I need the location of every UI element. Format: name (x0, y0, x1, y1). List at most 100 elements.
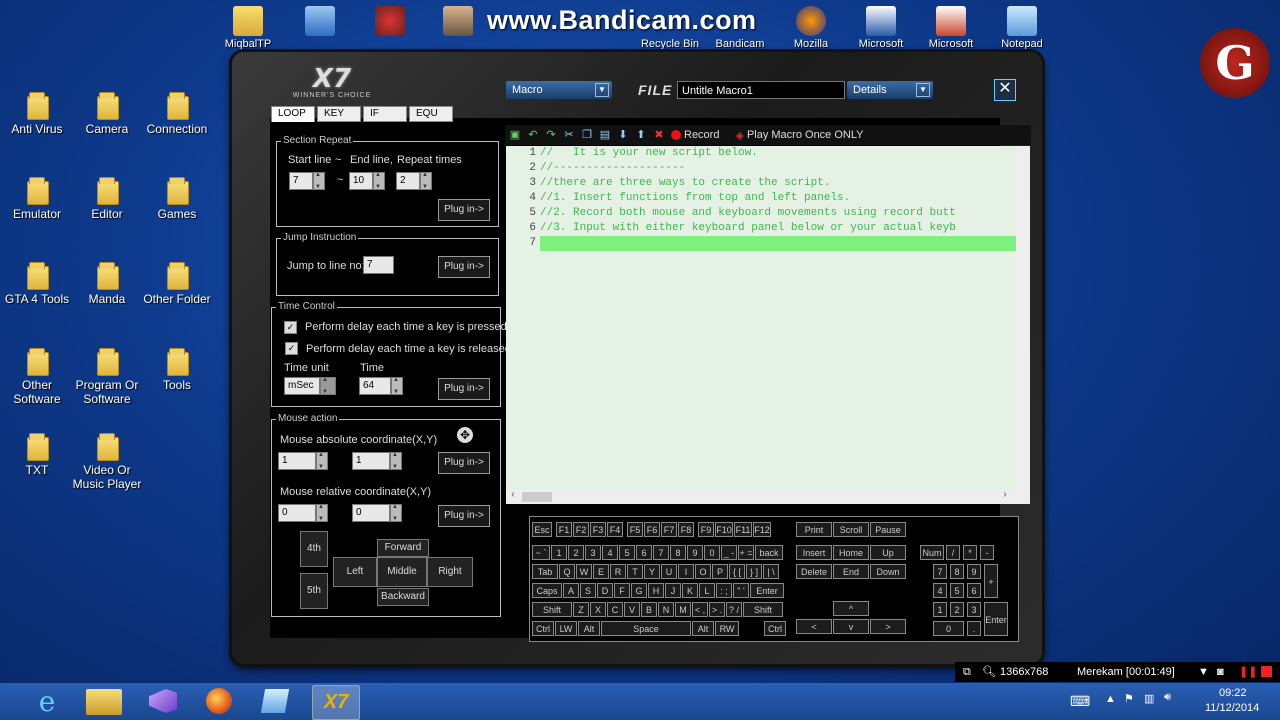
key-row_fn-9[interactable]: F9 (698, 522, 714, 537)
key-numpad-3[interactable]: - (980, 545, 994, 560)
scroll-left-icon[interactable]: ‹ (510, 490, 516, 501)
key-arrows-2[interactable]: v (833, 619, 869, 634)
delay-pressed-checkbox[interactable]: ✓ (284, 321, 297, 334)
key-row_z-9[interactable]: > . (709, 602, 725, 617)
visual-studio-icon[interactable] (140, 685, 186, 718)
move-up-icon[interactable]: ⬆ (635, 129, 647, 141)
delay-released-checkbox[interactable]: ✓ (285, 342, 298, 355)
key-row_q-3[interactable]: E (593, 564, 609, 579)
key-nav_mid2-0[interactable]: Delete (796, 564, 832, 579)
desktop-folder[interactable]: Editor (71, 177, 143, 221)
desktop-folder[interactable]: Emulator (1, 177, 73, 221)
script-editor[interactable]: 1// It is your new script below. 2//----… (506, 146, 1030, 504)
key-row_a-7[interactable]: J (665, 583, 681, 598)
key-numpad-0[interactable]: Num (920, 545, 944, 560)
firefox-icon[interactable] (196, 685, 242, 718)
network-icon[interactable]: ▥ (1144, 692, 1154, 705)
stepper-arrows-icon[interactable] (420, 172, 432, 190)
key-numpad-9[interactable]: 5 (950, 583, 964, 598)
key-row_q-11[interactable]: { [ (729, 564, 745, 579)
key-row_q-10[interactable]: P (712, 564, 728, 579)
key-nav_mid2-2[interactable]: Down (870, 564, 906, 579)
ie-icon[interactable]: e (24, 685, 70, 718)
desktop-folder[interactable]: TXT (1, 433, 73, 477)
key-row_z-5[interactable]: B (641, 602, 657, 617)
start-line-stepper[interactable]: 7 (289, 172, 325, 190)
desktop-icon-powerpoint[interactable]: Microsoft (911, 6, 991, 50)
key-row_fn-8[interactable]: F8 (678, 522, 694, 537)
key-row_num-6[interactable]: 6 (636, 545, 652, 560)
notepad-taskbar-icon[interactable] (252, 685, 298, 718)
key-row_sp-3[interactable]: Space (601, 621, 691, 636)
mouse-rel-y-stepper[interactable]: 0 (352, 504, 402, 522)
desktop-folder[interactable]: Tools (141, 348, 213, 392)
key-numpad-16[interactable]: . (967, 621, 981, 636)
desktop-icon-word[interactable]: Microsoft (841, 6, 921, 50)
key-row_fn-6[interactable]: F6 (644, 522, 660, 537)
key-row_num-7[interactable]: 7 (653, 545, 669, 560)
stepper-arrows-icon[interactable] (316, 504, 328, 522)
jump-line-value[interactable]: 7 (363, 256, 394, 274)
record-button[interactable]: Record (671, 129, 719, 141)
key-row_z-3[interactable]: C (607, 602, 623, 617)
mouse-rel-y-value[interactable]: 0 (352, 504, 390, 522)
key-row_num-0[interactable]: ~ ` (532, 545, 550, 560)
editor-vertical-scrollbar[interactable] (1016, 146, 1030, 490)
key-row_fn-1[interactable]: F1 (556, 522, 572, 537)
start-line-value[interactable]: 7 (289, 172, 313, 190)
undo-icon[interactable]: ↶ (527, 129, 539, 141)
key-row_a-12[interactable]: Enter (750, 583, 784, 598)
key-numpad-15[interactable]: 0 (933, 621, 964, 636)
editor-horizontal-scrollbar[interactable]: ‹ › (506, 490, 1030, 504)
mouse-right-button[interactable]: Right (427, 557, 473, 587)
time-stepper[interactable]: 64 (359, 377, 403, 395)
key-row_fn-12[interactable]: F12 (753, 522, 771, 537)
key-row_a-2[interactable]: S (580, 583, 596, 598)
file-explorer-icon[interactable] (86, 689, 122, 715)
close-button[interactable]: ✕ (994, 79, 1016, 101)
key-row_z-2[interactable]: X (590, 602, 606, 617)
desktop-folder[interactable]: Video Or Music Player (71, 433, 143, 491)
section-repeat-plugin-button[interactable]: Plug in-> (438, 199, 490, 221)
key-row_fn-3[interactable]: F3 (590, 522, 606, 537)
play-once-button[interactable]: ◈ Play Macro Once ONLY (735, 129, 863, 142)
key-nav_mid1-2[interactable]: Up (870, 545, 906, 560)
repeat-times-value[interactable]: 2 (396, 172, 420, 190)
key-row_q-2[interactable]: W (576, 564, 592, 579)
key-row_fn-0[interactable]: Esc (532, 522, 552, 537)
key-row_fn-10[interactable]: F10 (715, 522, 733, 537)
time-value[interactable]: 64 (359, 377, 391, 395)
key-row_num-1[interactable]: 1 (551, 545, 567, 560)
key-row_fn-7[interactable]: F7 (661, 522, 677, 537)
key-numpad-11[interactable]: 1 (933, 602, 947, 617)
stepper-arrows-icon[interactable] (373, 172, 385, 190)
mouse-middle-button[interactable]: Middle (377, 557, 427, 587)
end-line-value[interactable]: 10 (349, 172, 373, 190)
keyboard-icon[interactable]: ⌨ (1070, 693, 1090, 710)
time-unit-value[interactable]: mSec (284, 377, 320, 395)
mouse-abs-x-value[interactable]: 1 (278, 452, 316, 470)
key-numpad-5[interactable]: 8 (950, 564, 964, 579)
key-row_q-9[interactable]: O (695, 564, 711, 579)
key-arrows-0[interactable]: ^ (833, 601, 869, 616)
key-row_num-11[interactable]: _ - (721, 545, 737, 560)
key-row_sp-0[interactable]: Ctrl (532, 621, 554, 636)
paste-icon[interactable]: ▤ (599, 129, 611, 141)
desktop-folder[interactable]: Anti Virus (1, 92, 73, 136)
key-row_sp-6[interactable]: Ctrl (764, 621, 786, 636)
file-name-field[interactable]: Untitle Macro1 (677, 81, 845, 99)
key-row_q-0[interactable]: Tab (532, 564, 558, 579)
key-nav_mid2-1[interactable]: End (833, 564, 869, 579)
cut-icon[interactable]: ✂ (563, 129, 575, 141)
key-row_num-13[interactable]: back (755, 545, 783, 560)
stop-icon[interactable] (1261, 666, 1272, 677)
mouse-abs-y-value[interactable]: 1 (352, 452, 390, 470)
key-row_z-8[interactable]: < , (692, 602, 708, 617)
end-line-stepper[interactable]: 10 (349, 172, 385, 190)
volume-icon[interactable]: 🔊︎ (1164, 691, 1171, 704)
desktop-icon-recycle-bin[interactable]: Recycle Bin (630, 38, 710, 50)
key-nav_mid1-0[interactable]: Insert (796, 545, 832, 560)
key-nav_top-2[interactable]: Pause (870, 522, 906, 537)
key-row_q-4[interactable]: R (610, 564, 626, 579)
tab-if[interactable]: IF (363, 106, 407, 122)
